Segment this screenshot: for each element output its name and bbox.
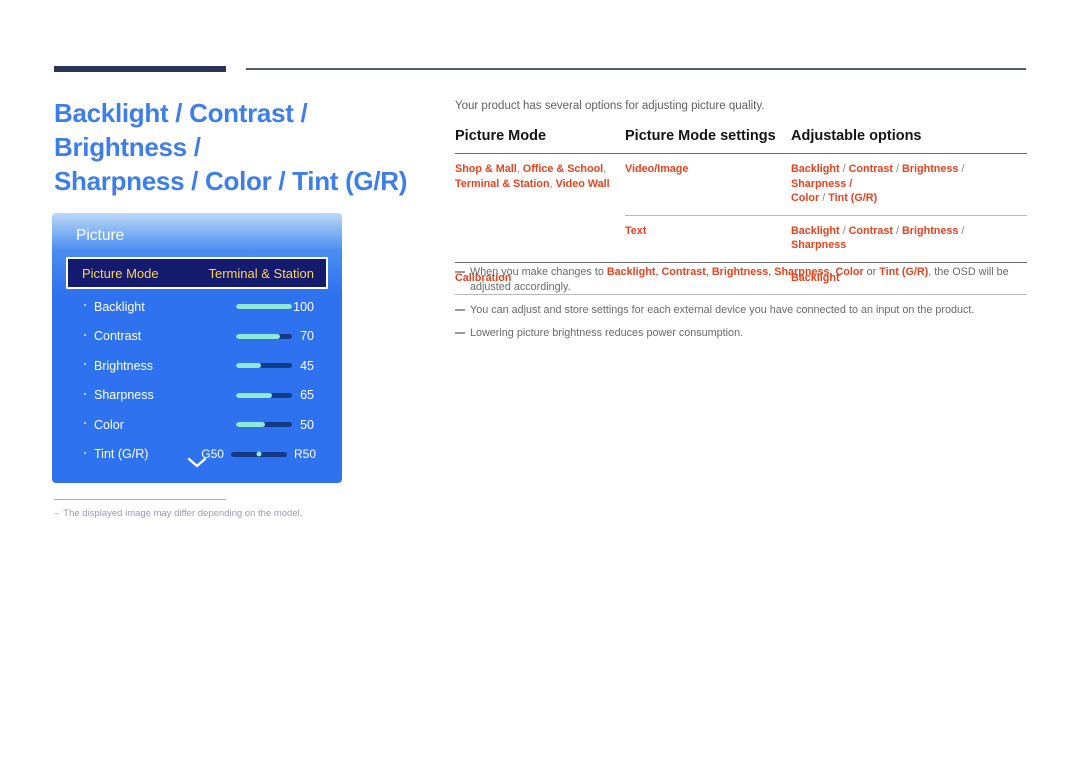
- osd-slider-backlight[interactable]: [236, 304, 292, 310]
- intro-paragraph: Your product has several options for adj…: [455, 100, 765, 112]
- bullet-icon: [84, 363, 87, 366]
- note-item-2: You can adjust and store settings for ea…: [455, 303, 1030, 318]
- osd-panel-title: Picture: [76, 227, 125, 244]
- cell-options-text: Backlight / Contrast / Brightness / Shar…: [791, 214, 1027, 262]
- note-1-mid: or: [863, 266, 880, 278]
- cell-options-line-1: Backlight / Contrast / Brightness / Shar…: [791, 163, 965, 190]
- note-term-sharpness: Sharpness: [774, 266, 830, 278]
- osd-label-color: Color: [94, 417, 124, 432]
- page-title-line-2: Sharpness / Color / Tint (G/R): [54, 166, 408, 196]
- osd-label-backlight: Backlight: [94, 299, 145, 314]
- osd-value-color: 50: [300, 417, 314, 432]
- note-term-contrast: Contrast: [661, 266, 706, 278]
- cell-mode-line-1: Shop & Mall, Office & School,: [455, 163, 607, 175]
- note-2-text: You can adjust and store settings for ea…: [470, 304, 975, 316]
- note-item-3: Lowering picture brightness reduces powe…: [455, 326, 1030, 341]
- bullet-icon: [84, 304, 87, 307]
- osd-label-contrast: Contrast: [94, 329, 142, 344]
- osd-row-brightness[interactable]: Brightness 45: [52, 351, 342, 381]
- cell-setting-video-image: Video/Image: [625, 163, 689, 175]
- page-title: Backlight / Contrast / Brightness / Shar…: [54, 96, 444, 198]
- bullet-icon: [84, 451, 87, 454]
- osd-value-backlight: 100: [293, 299, 314, 314]
- table-row: Shop & Mall, Office & School, Terminal &…: [455, 154, 1027, 216]
- table-header-adjustable-options: Adjustable options: [791, 128, 1027, 154]
- table-header-picture-mode-settings: Picture Mode settings: [625, 128, 791, 154]
- left-footnote-text: The displayed image may differ depending…: [63, 508, 303, 519]
- osd-label-brightness: Brightness: [94, 358, 154, 373]
- note-term-brightness: Brightness: [711, 266, 769, 278]
- osd-label-picture-mode: Picture Mode: [82, 265, 159, 281]
- osd-value-picture-mode: Terminal & Station: [208, 265, 315, 281]
- bullet-icon: [84, 333, 87, 336]
- osd-slider-color[interactable]: [236, 422, 292, 428]
- page-root: Backlight / Contrast / Brightness / Shar…: [0, 0, 1080, 763]
- header-rule-thin: [246, 68, 1026, 70]
- osd-label-sharpness: Sharpness: [94, 388, 154, 403]
- table-header-row: Picture Mode Picture Mode settings Adjus…: [455, 128, 1027, 154]
- note-item-1: When you make changes to Backlight, Cont…: [455, 265, 1030, 295]
- chevron-down-icon[interactable]: [52, 455, 342, 473]
- osd-row-contrast[interactable]: Contrast 70: [52, 322, 342, 352]
- note-term-backlight: Backlight: [606, 266, 656, 278]
- bullet-icon: [84, 392, 87, 395]
- osd-value-contrast: 70: [300, 329, 314, 344]
- left-footnote: – The displayed image may differ dependin…: [54, 507, 394, 521]
- cell-options-line-2: Color / Tint (G/R): [791, 192, 878, 204]
- osd-row-sharpness[interactable]: Sharpness 65: [52, 381, 342, 411]
- osd-slider-contrast[interactable]: [236, 333, 292, 339]
- note-3-text: Lowering picture brightness reduces powe…: [470, 327, 744, 339]
- cell-options-video-image: Backlight / Contrast / Brightness / Shar…: [791, 154, 1027, 216]
- page-title-line-1: Backlight / Contrast / Brightness /: [54, 98, 308, 162]
- notes-list: When you make changes to Backlight, Cont…: [455, 265, 1030, 349]
- osd-row-color[interactable]: Color 50: [52, 410, 342, 440]
- osd-value-brightness: 45: [300, 358, 314, 373]
- note-term-color: Color: [835, 266, 864, 278]
- osd-picture-panel: Picture Picture Mode Terminal & Station …: [52, 213, 342, 483]
- cell-picture-mode-group-1: Shop & Mall, Office & School, Terminal &…: [455, 154, 625, 263]
- osd-row-backlight[interactable]: Backlight 100: [52, 292, 342, 322]
- osd-slider-brightness[interactable]: [236, 363, 292, 369]
- table-header-picture-mode: Picture Mode: [455, 128, 625, 154]
- left-note-divider: [54, 499, 226, 500]
- osd-slider-sharpness[interactable]: [236, 392, 292, 398]
- header-rule-thick: [54, 66, 226, 72]
- cell-setting-text: Text: [625, 214, 791, 262]
- note-1-pre: When you make changes to: [470, 266, 607, 278]
- bullet-icon: [84, 422, 87, 425]
- osd-value-sharpness: 65: [300, 388, 314, 403]
- osd-row-picture-mode[interactable]: Picture Mode Terminal & Station: [66, 257, 328, 289]
- note-term-tint: Tint (G/R): [879, 266, 929, 278]
- cell-mode-line-2: Terminal & Station, Video Wall: [455, 177, 610, 190]
- left-footnote-dash: –: [54, 508, 60, 519]
- osd-menu-list: Picture Mode Terminal & Station Backligh…: [52, 257, 342, 469]
